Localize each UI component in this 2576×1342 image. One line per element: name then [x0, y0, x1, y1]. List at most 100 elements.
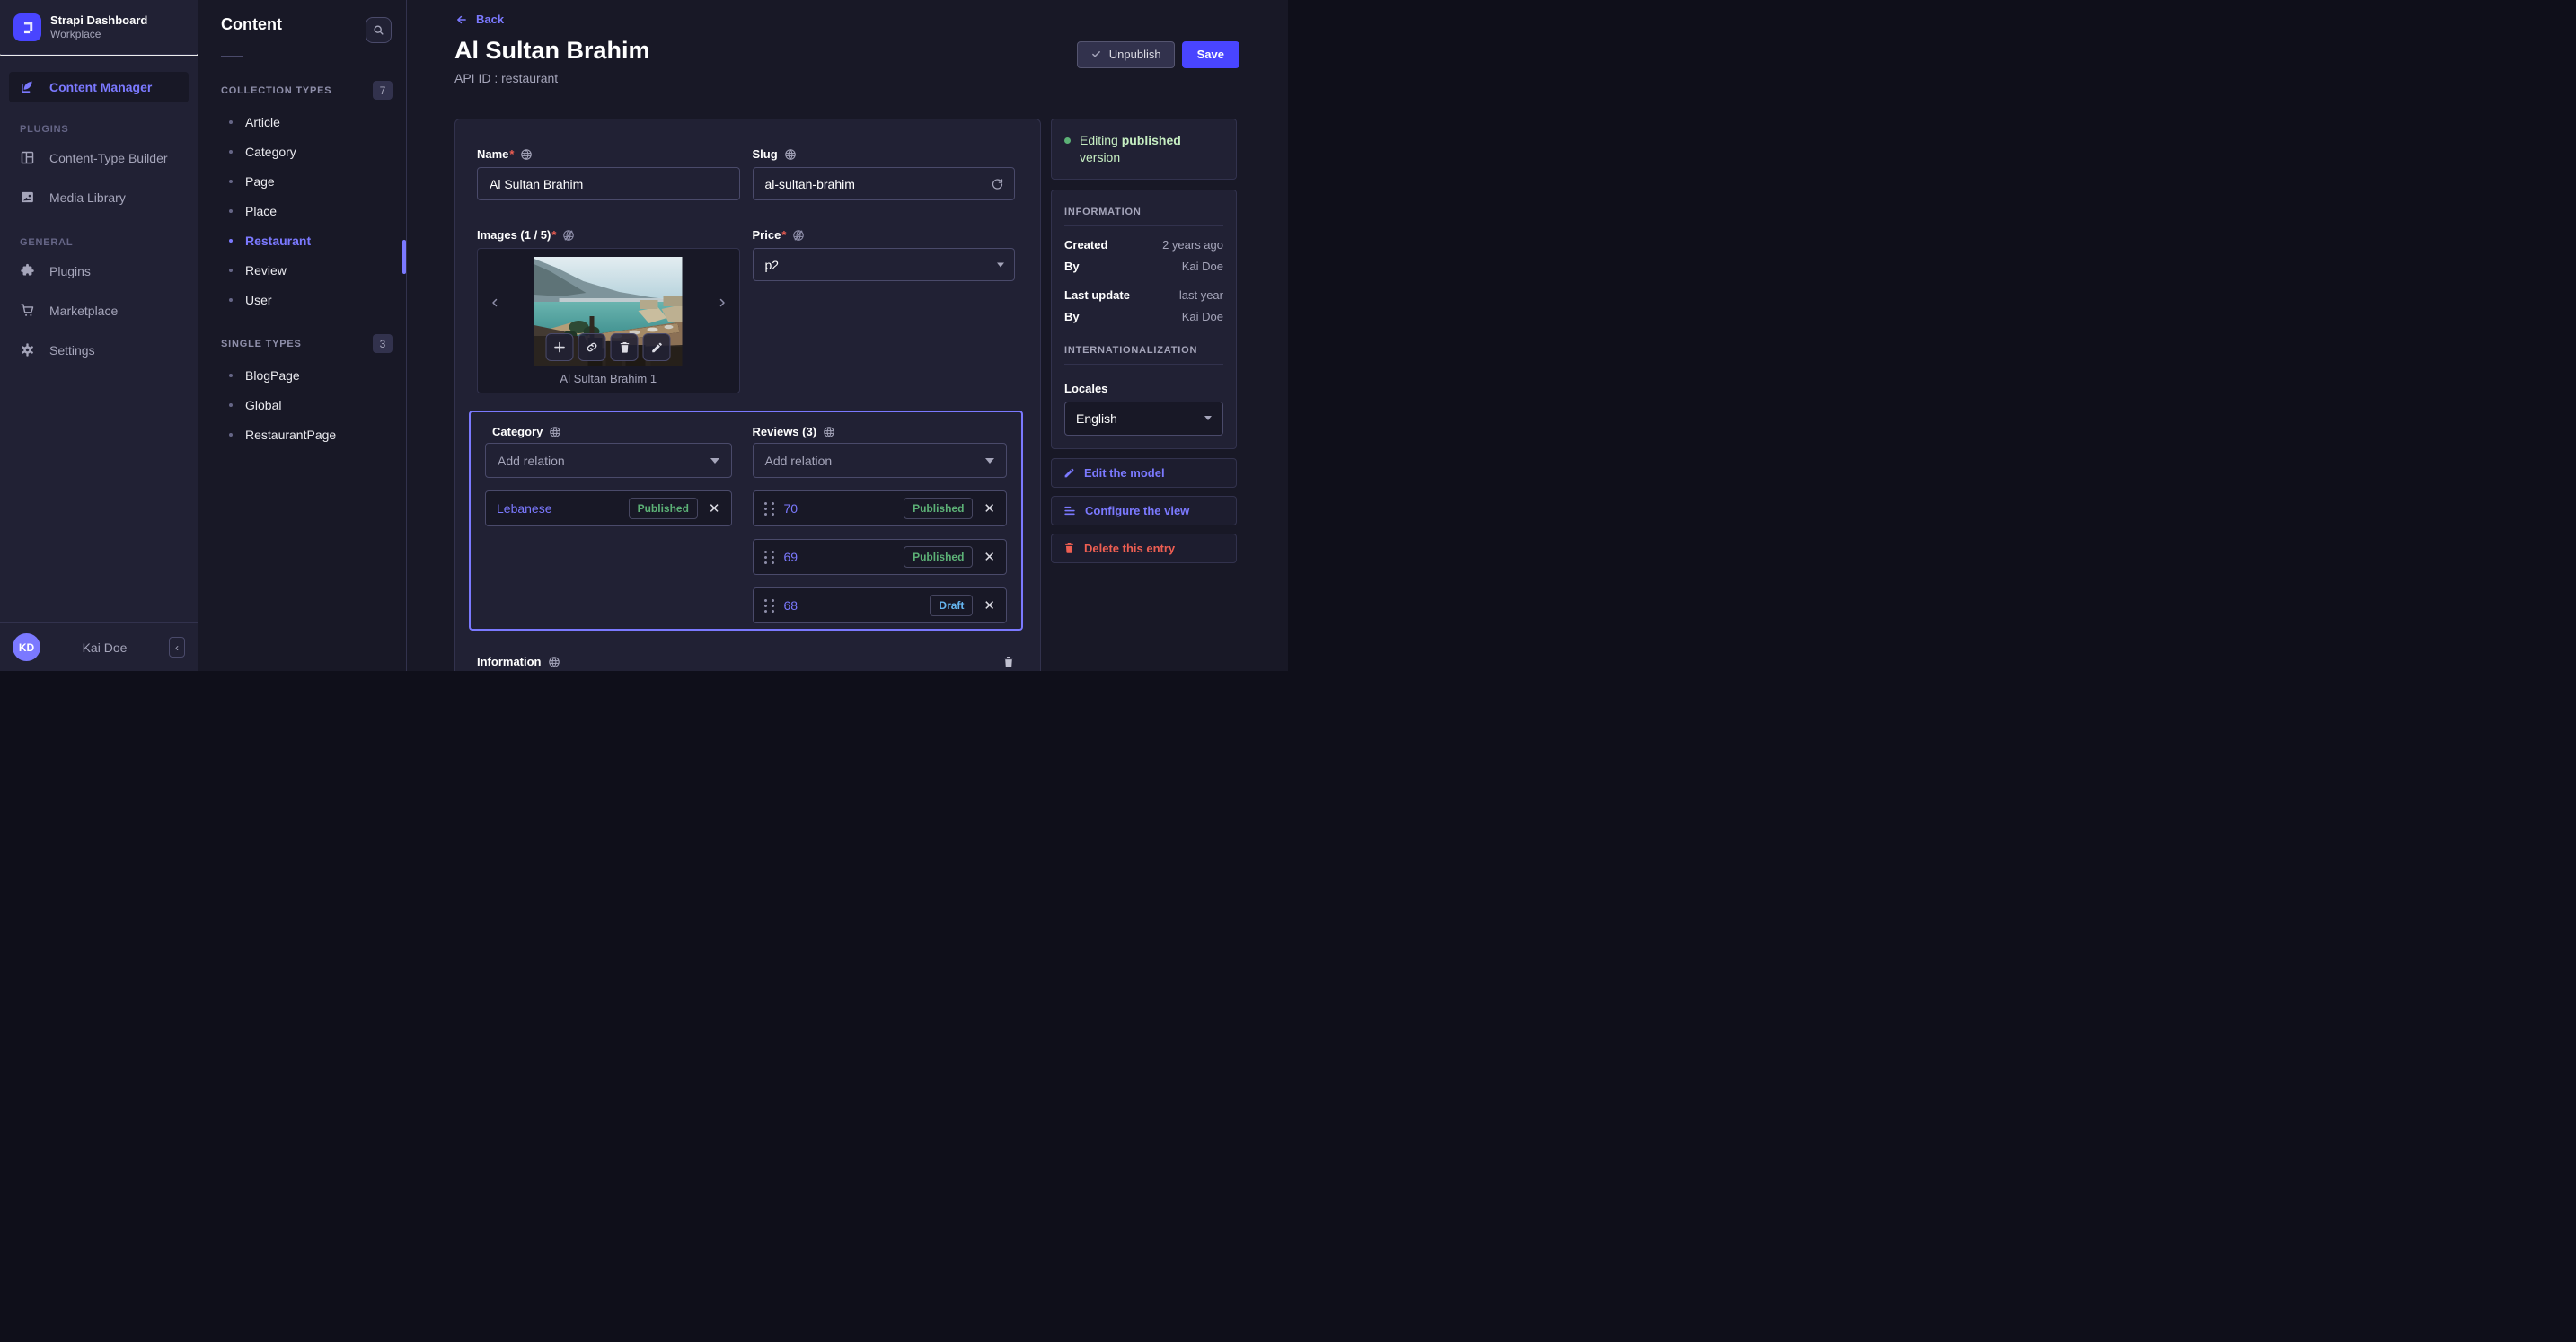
field-label: Name	[477, 147, 509, 162]
user-name: Kai Doe	[82, 640, 128, 655]
sidebar-item-label: Content-Type Builder	[49, 150, 168, 165]
delete-entry-button[interactable]: Delete this entry	[1051, 533, 1237, 563]
subnav-item-user[interactable]: User	[198, 285, 406, 314]
caret-down-icon	[1204, 416, 1212, 421]
carousel-next-button[interactable]	[715, 296, 729, 310]
subnav-scrollbar-thumb[interactable]	[402, 240, 406, 274]
carousel-prev-button[interactable]	[488, 296, 502, 310]
created-row: Created 2 years ago	[1064, 237, 1223, 252]
divider	[1064, 225, 1223, 226]
relation-link[interactable]: 68	[784, 598, 798, 613]
edit-model-button[interactable]: Edit the model	[1051, 457, 1237, 488]
sidebar-item-media-library[interactable]: Media Library	[9, 178, 189, 217]
relation-link[interactable]: 69	[784, 550, 798, 564]
sidebar-item-label: Plugins	[49, 263, 91, 278]
layout-grid-icon	[20, 150, 35, 165]
delete-component-button[interactable]	[1001, 655, 1015, 668]
check-icon	[1090, 49, 1102, 59]
caret-down-icon	[710, 457, 719, 464]
sidebar-item-marketplace[interactable]: Marketplace	[9, 291, 189, 331]
bullet-icon	[229, 238, 233, 243]
globe-strike-icon	[792, 229, 805, 242]
collapse-sidebar-button[interactable]: ‹	[169, 637, 185, 658]
subnav-item-page[interactable]: Page	[198, 166, 406, 196]
save-button[interactable]: Save	[1181, 40, 1239, 68]
list-lines-icon	[1063, 505, 1076, 516]
regenerate-slug-icon[interactable]	[991, 177, 1004, 190]
slug-input[interactable]: al-sultan-brahim	[752, 167, 1015, 201]
relation-link[interactable]: 70	[784, 501, 798, 516]
bullet-icon	[229, 179, 233, 183]
user-avatar[interactable]: KD	[13, 633, 40, 661]
title-underline	[221, 56, 243, 57]
workspace-brand[interactable]: Strapi Dashboard Workplace	[0, 0, 198, 54]
subnav-item-category[interactable]: Category	[198, 137, 406, 166]
single-types-list: BlogPage Global RestaurantPage	[198, 360, 406, 449]
single-types-count-badge: 3	[373, 334, 393, 353]
relation-item-69[interactable]: 69 Published ✕	[752, 539, 1007, 576]
copy-link-button[interactable]	[578, 333, 606, 362]
sidebar-item-settings[interactable]: Settings	[9, 331, 189, 370]
globe-icon	[520, 148, 533, 161]
subnav-item-review[interactable]: Review	[198, 255, 406, 285]
add-image-button[interactable]	[545, 333, 574, 362]
sidebar-item-plugins[interactable]: Plugins	[9, 252, 189, 291]
relation-item-70[interactable]: 70 Published ✕	[752, 490, 1007, 527]
images-field: Images (1 / 5)* Al Sultan Brahim 1	[477, 228, 740, 394]
globe-icon	[784, 148, 797, 161]
bullet-icon	[229, 208, 233, 213]
collection-types-count-badge: 7	[373, 81, 393, 100]
last-update-row: Last update last year	[1064, 287, 1223, 302]
back-link[interactable]: Back	[454, 13, 504, 26]
price-select[interactable]: p2	[752, 248, 1015, 282]
remove-relation-button[interactable]: ✕	[707, 502, 720, 516]
sidebar-item-label: Marketplace	[49, 303, 119, 318]
remove-relation-button[interactable]: ✕	[982, 551, 995, 564]
subnav-item-restaurant[interactable]: Restaurant	[198, 225, 406, 255]
entry-meta-aside: Editing published version INFORMATION Cr…	[1051, 119, 1237, 563]
subnav-item-blogpage[interactable]: BlogPage	[198, 360, 406, 390]
sidebar-item-content-type-builder[interactable]: Content-Type Builder	[9, 138, 189, 178]
divider	[1064, 363, 1223, 365]
subnav-title: Content	[221, 15, 282, 33]
subnav-item-global[interactable]: Global	[198, 390, 406, 419]
relation-link[interactable]: Lebanese	[497, 501, 552, 516]
category-add-relation-select[interactable]: Add relation	[485, 443, 732, 479]
reviews-add-relation-select[interactable]: Add relation	[752, 443, 1007, 479]
relation-item-68[interactable]: 68 Draft ✕	[752, 587, 1007, 624]
field-label: Reviews (3)	[752, 425, 817, 439]
subnav-item-article[interactable]: Article	[198, 107, 406, 137]
updated-by-row: By Kai Doe	[1064, 309, 1223, 323]
edit-image-button[interactable]	[642, 333, 671, 362]
remove-relation-button[interactable]: ✕	[982, 502, 995, 516]
gear-icon	[20, 342, 35, 358]
sidebar-item-content-manager[interactable]: Content Manager	[9, 71, 189, 102]
relation-item-lebanese[interactable]: Lebanese Published ✕	[485, 490, 732, 527]
subnav-item-place[interactable]: Place	[198, 196, 406, 225]
locale-select[interactable]: English	[1064, 401, 1223, 436]
delete-image-button[interactable]	[610, 333, 639, 362]
bullet-icon	[229, 149, 233, 154]
name-input[interactable]: Al Sultan Brahim	[477, 167, 740, 201]
bullet-icon	[229, 373, 233, 377]
image-actions-toolbar	[545, 333, 671, 362]
field-label: Slug	[752, 147, 778, 162]
created-by-row: By Kai Doe	[1064, 259, 1223, 273]
subnav-item-restaurantpage[interactable]: RestaurantPage	[198, 419, 406, 449]
relations-component-box: Category Add relation Lebanese Published…	[469, 411, 1023, 631]
sidebar-item-label: Settings	[49, 342, 95, 358]
pencil-icon	[650, 341, 663, 354]
globe-icon	[823, 426, 835, 438]
close-icon: ✕	[984, 500, 995, 516]
drag-handle-icon[interactable]	[763, 598, 775, 613]
workspace-name: Workplace	[50, 28, 101, 41]
main-sidebar: Strapi Dashboard Workplace Content Manag…	[0, 0, 198, 671]
remove-relation-button[interactable]: ✕	[982, 599, 995, 613]
drag-handle-icon[interactable]	[763, 550, 775, 564]
search-button[interactable]	[366, 17, 392, 43]
single-types-heading: SINGLE TYPES	[221, 338, 302, 349]
unpublish-button[interactable]: Unpublish	[1076, 40, 1175, 68]
information-heading: INFORMATION	[1064, 206, 1142, 217]
configure-view-button[interactable]: Configure the view	[1051, 495, 1237, 525]
drag-handle-icon[interactable]	[763, 501, 775, 516]
